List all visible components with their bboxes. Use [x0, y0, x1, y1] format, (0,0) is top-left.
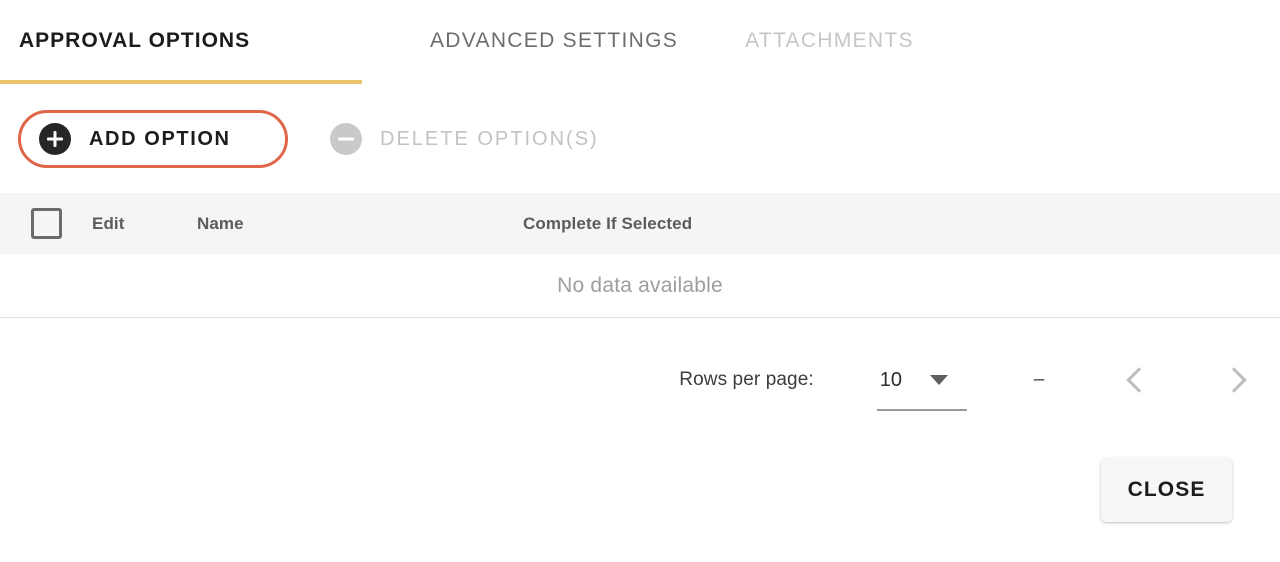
chevron-right-icon: [1220, 367, 1247, 393]
minus-circle-icon: [330, 123, 362, 155]
tab-advanced-settings-label: ADVANCED SETTINGS: [430, 29, 679, 52]
delete-options-label: DELETE OPTION(S): [380, 127, 599, 150]
tab-advanced-settings[interactable]: ADVANCED SETTINGS: [362, 0, 678, 82]
table-pagination: Rows per page: 10 –: [0, 340, 1280, 420]
add-option-label: ADD OPTION: [89, 127, 231, 150]
table-empty-message: No data available: [0, 254, 1280, 317]
active-tab-indicator: [0, 80, 362, 84]
rows-per-page-select[interactable]: 10: [876, 368, 967, 411]
table-header-row: Edit Name Complete If Selected: [0, 193, 1280, 254]
column-header-name[interactable]: Name: [197, 214, 523, 234]
close-button[interactable]: CLOSE: [1101, 458, 1232, 522]
chevron-down-icon: [930, 375, 948, 385]
delete-options-button: DELETE OPTION(S): [330, 110, 599, 168]
next-page-button: [1212, 356, 1260, 404]
select-all-cell: [0, 208, 92, 239]
column-header-complete-if-selected[interactable]: Complete If Selected: [523, 214, 692, 234]
tab-attachments-label: ATTACHMENTS: [745, 29, 914, 52]
tab-bar: APPROVAL OPTIONS ADVANCED SETTINGS ATTAC…: [0, 0, 1280, 82]
column-header-edit[interactable]: Edit: [92, 214, 197, 234]
tab-attachments[interactable]: ATTACHMENTS: [678, 0, 914, 82]
previous-page-button: [1112, 356, 1160, 404]
rows-per-page-value: 10: [879, 368, 902, 391]
approval-options-table: Edit Name Complete If Selected No data a…: [0, 193, 1280, 318]
tab-approval-options[interactable]: APPROVAL OPTIONS: [0, 0, 362, 82]
rows-per-page-label: Rows per page:: [679, 369, 814, 390]
add-option-button[interactable]: ADD OPTION: [18, 110, 288, 168]
rows-per-page-underline: [876, 408, 967, 411]
plus-circle-icon: [39, 123, 71, 155]
table-action-bar: ADD OPTION DELETE OPTION(S): [0, 110, 1280, 170]
select-all-checkbox[interactable]: [30, 208, 62, 239]
chevron-left-icon: [1125, 367, 1152, 393]
table-bottom-divider: [0, 317, 1280, 318]
page-range-text: –: [1033, 369, 1045, 390]
tab-approval-options-label: APPROVAL OPTIONS: [19, 29, 251, 52]
